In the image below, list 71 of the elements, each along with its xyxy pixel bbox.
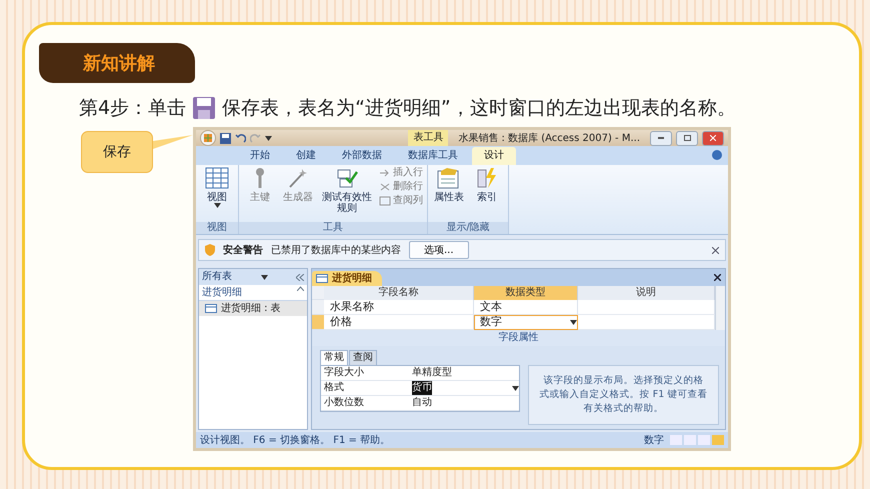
minimize-button[interactable] [650, 130, 672, 146]
save-icon [192, 96, 216, 120]
maximize-button[interactable] [676, 130, 698, 146]
table-cell: 数字 [474, 315, 578, 330]
section-badge: 新知讲解 [39, 43, 195, 83]
property-value[interactable]: 单精度型 [412, 366, 452, 380]
property-name: 小数位数 [321, 396, 409, 412]
options-button[interactable]: 选项... [409, 241, 469, 260]
column-header: 字段名称 [324, 286, 474, 300]
ribbon-button[interactable]: 索引 [470, 166, 504, 220]
close-icon [710, 135, 716, 142]
ribbon-tab[interactable]: 创建 [284, 146, 328, 165]
maximize-icon [684, 135, 690, 142]
checklist-icon [336, 166, 358, 189]
instruction-text: 第4步：单击 [79, 96, 186, 121]
ribbon-tab[interactable]: 外部数据 [330, 146, 394, 165]
delete-row-icon [379, 182, 391, 192]
minimize-icon [658, 137, 664, 140]
shield-icon [205, 244, 215, 256]
table-icon [205, 166, 229, 189]
instruction-text: 保存表，表名为“进货明细”，这时窗口的左边出现表的名称。 [222, 96, 736, 121]
column-header: 数据类型 [474, 286, 578, 300]
property-value[interactable]: 货币 [412, 381, 432, 396]
table-cell: 文本 [474, 300, 578, 316]
property-tab[interactable]: 查阅 [349, 350, 377, 366]
property-value[interactable]: 自动 [412, 396, 432, 410]
security-message: 已禁用了数据库中的某些内容 [271, 244, 401, 258]
ribbon-button[interactable]: 测试有效性规则 [319, 166, 375, 220]
status-mode: 数字 [644, 434, 664, 448]
window-title: 水果销售 : 数据库 (Access 2007) - M... [457, 132, 641, 146]
table-icon [205, 304, 217, 314]
property-sheet-icon [437, 166, 461, 189]
ribbon-group-label: 显示/隐藏 [428, 222, 508, 234]
lightning-icon [476, 166, 498, 189]
security-title: 安全警告 [223, 243, 263, 258]
ribbon-button[interactable]: 视图 [200, 166, 234, 220]
column-header: 说明 [578, 286, 715, 300]
status-message: 设计视图。 F6 = 切换窗格。 F1 = 帮助。 [200, 434, 390, 448]
ribbon-tab[interactable]: 设计 [472, 146, 516, 165]
collapse-icon[interactable] [296, 274, 304, 281]
ribbon-tab[interactable]: 数据库工具 [396, 146, 470, 165]
ribbon-group-label: 视图 [196, 222, 238, 234]
property-tab[interactable]: 常规 [320, 350, 348, 366]
chevron-icon [297, 286, 304, 292]
property-name: 字段大小 [321, 366, 409, 382]
nav-item[interactable]: 进货明细 : 表 [199, 301, 307, 316]
ribbon-button[interactable]: 属性表 [432, 166, 466, 220]
table-icon [316, 274, 328, 284]
close-icon[interactable] [712, 246, 719, 254]
view-switcher-icon[interactable] [670, 434, 724, 446]
dropdown-icon [512, 386, 519, 391]
insert-row-icon [379, 168, 391, 178]
wand-icon [287, 166, 309, 189]
help-text: 该字段的显示布局。选择预定义的格式或输入自定义格式。按 F1 键可查看有关格式的帮助。 [528, 365, 719, 426]
scrollbar [715, 286, 725, 330]
close-icon[interactable] [714, 274, 721, 282]
document-tab[interactable]: 进货明细 [312, 271, 382, 286]
ribbon-tab[interactable]: 开始 [238, 146, 282, 165]
ribbon-group-label: 工具 [239, 222, 427, 234]
close-button[interactable] [702, 130, 724, 146]
context-tab-label: 表工具 [408, 130, 448, 146]
property-name: 格式 [321, 381, 409, 396]
section-title: 字段属性 [312, 330, 725, 346]
office-button-icon[interactable] [200, 130, 216, 146]
save-icon[interactable] [220, 132, 231, 144]
save-callout: 保存 [81, 131, 153, 173]
customize-caret-icon [265, 136, 272, 141]
dropdown-icon [570, 320, 577, 325]
table-cell: 水果名称 [324, 300, 474, 316]
undo-icon[interactable] [235, 132, 246, 144]
caret-icon [260, 274, 268, 280]
